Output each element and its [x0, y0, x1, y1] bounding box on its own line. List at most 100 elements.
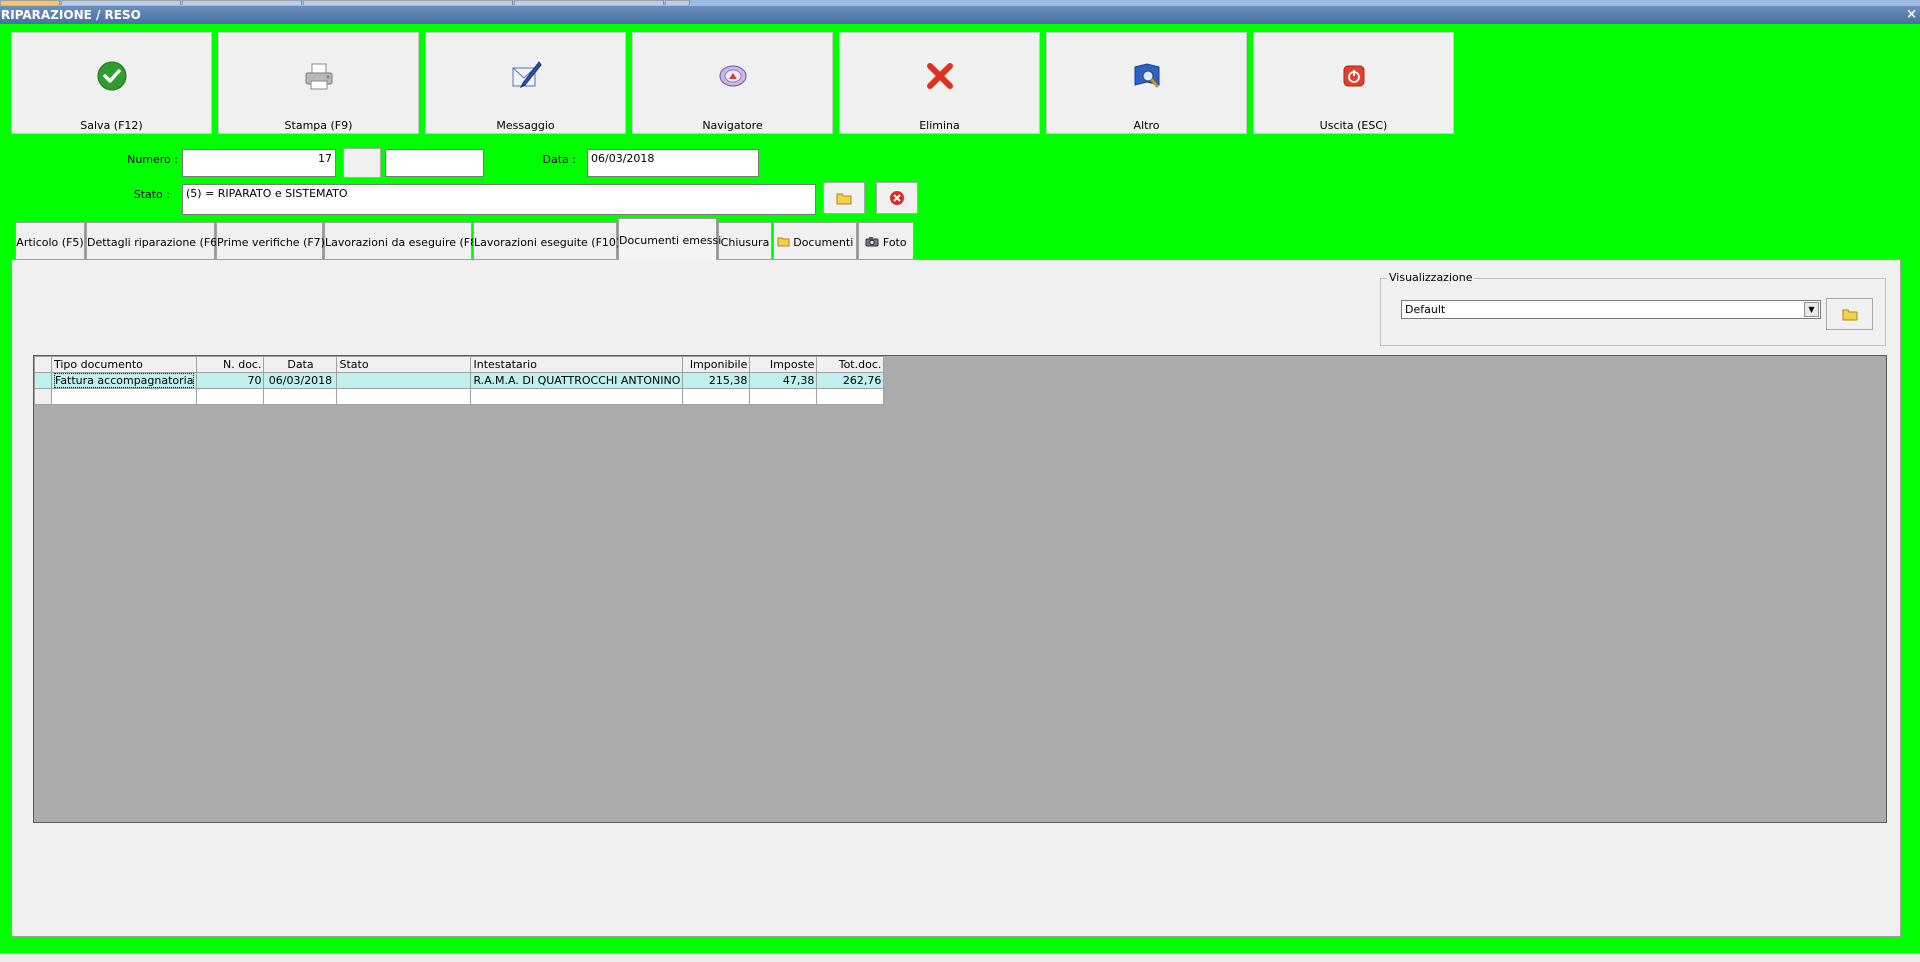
message-button[interactable]: Messaggio: [425, 32, 626, 134]
column-header[interactable]: Imponibile: [682, 356, 751, 373]
documents-grid[interactable]: Tipo documento N. doc. Data Stato Intest…: [33, 355, 1887, 823]
table-cell[interactable]: 47,38: [749, 372, 818, 389]
delete-button[interactable]: Elimina: [839, 32, 1040, 134]
table-cell[interactable]: [196, 388, 265, 405]
row-indicator[interactable]: [34, 388, 52, 405]
data-field[interactable]: 06/03/2018: [587, 149, 759, 177]
tab-chiusura[interactable]: Chiusura: [718, 222, 772, 260]
table-cell[interactable]: Fattura accompagnatoria: [50, 372, 198, 389]
column-header[interactable]: Imposte: [749, 356, 818, 373]
top-tab[interactable]: [182, 0, 302, 5]
exit-button-label: Uscita (ESC): [1319, 119, 1388, 132]
table-cell[interactable]: [263, 388, 338, 405]
table-cell[interactable]: [749, 388, 818, 405]
tab-label: Foto: [882, 236, 907, 249]
table-cell[interactable]: [50, 388, 198, 405]
tab-articolo[interactable]: Articolo (F5): [15, 222, 85, 260]
column-header[interactable]: Tot.doc.: [816, 356, 885, 373]
table-cell[interactable]: [470, 388, 684, 405]
table-cell[interactable]: [816, 388, 885, 405]
stato-browse-button[interactable]: [823, 182, 865, 214]
visualizzazione-select[interactable]: Default ▼: [1401, 300, 1821, 319]
save-button[interactable]: Salva (F12): [11, 32, 212, 134]
column-header[interactable]: Tipo documento: [50, 356, 198, 373]
delete-button-label: Elimina: [919, 119, 960, 132]
column-header[interactable]: Stato: [336, 356, 472, 373]
table-new-row[interactable]: [34, 388, 885, 405]
data-label: Data :: [542, 153, 576, 166]
cell-text: Fattura accompagnatoria: [54, 373, 195, 388]
documents-table: Tipo documento N. doc. Data Stato Intest…: [34, 356, 885, 405]
table-cell[interactable]: 70: [196, 372, 265, 389]
tab-label: Documenti: [793, 236, 854, 249]
tab-lavorazioni-eseguite[interactable]: Lavorazioni eseguite (F10): [473, 222, 621, 260]
numero-blank-button[interactable]: [343, 148, 381, 178]
other-button[interactable]: Altro: [1046, 32, 1247, 134]
tab-prime-verifiche[interactable]: Prime verifiche (F7): [216, 222, 325, 260]
table-row[interactable]: Fattura accompagnatoria 70 06/03/2018 R.…: [34, 372, 885, 389]
visualizzazione-browse-button[interactable]: [1826, 298, 1873, 330]
column-header[interactable]: N. doc.: [196, 356, 265, 373]
top-tab[interactable]: [0, 0, 60, 5]
table-cell[interactable]: 06/03/2018: [263, 372, 338, 389]
folder-icon: [777, 237, 790, 247]
folder-icon: [1842, 309, 1857, 321]
tab-label: Prime verifiche (F7): [217, 236, 325, 249]
tab-label: Lavorazioni eseguite (F10): [474, 236, 621, 249]
chevron-down-icon[interactable]: ▼: [1804, 302, 1819, 317]
table-cell[interactable]: [336, 388, 472, 405]
close-icon[interactable]: ×: [1906, 6, 1917, 24]
visualizzazione-value: Default: [1405, 303, 1446, 316]
table-header-row: Tipo documento N. doc. Data Stato Intest…: [34, 356, 885, 373]
table-cell[interactable]: 262,76: [816, 372, 885, 389]
window-titlebar: RIPARAZIONE / RESO ×: [0, 6, 1920, 24]
book-search-icon: [1134, 63, 1159, 88]
clear-icon: [890, 191, 904, 205]
camera-icon: [865, 237, 879, 247]
print-button-label: Stampa (F9): [284, 119, 353, 132]
tab-foto[interactable]: Foto: [858, 222, 914, 260]
tab-label: Articolo (F5): [16, 236, 84, 249]
tab-documenti[interactable]: Documenti: [773, 222, 857, 260]
table-cell[interactable]: 215,38: [682, 372, 751, 389]
exit-button[interactable]: Uscita (ESC): [1253, 32, 1454, 134]
red-x-icon: [926, 63, 953, 89]
other-button-label: Altro: [1133, 119, 1160, 132]
top-tab[interactable]: [665, 0, 690, 5]
top-tab[interactable]: [61, 0, 181, 5]
stato-field[interactable]: (5) = RIPARATO e SISTEMATO: [182, 184, 816, 215]
tab-label: Dettagli riparazione (F6): [87, 236, 222, 249]
compass-icon: [719, 65, 746, 87]
window-title: RIPARAZIONE / RESO: [1, 8, 141, 22]
power-icon: [1343, 65, 1364, 87]
tab-label: Lavorazioni da eseguire (F8): [325, 236, 482, 249]
print-button[interactable]: Stampa (F9): [218, 32, 419, 134]
tab-label: Chiusura: [720, 236, 770, 249]
tab-dettagli-riparazione[interactable]: Dettagli riparazione (F6): [86, 222, 221, 260]
navigator-button[interactable]: Navigatore: [632, 32, 833, 134]
column-header[interactable]: Data: [263, 356, 338, 373]
numero-suffix-field[interactable]: [385, 149, 484, 177]
numero-label: Numero :: [127, 153, 178, 166]
top-tab[interactable]: [514, 0, 664, 5]
stato-clear-button[interactable]: [876, 182, 918, 214]
navigator-button-label: Navigatore: [702, 119, 763, 132]
numero-field[interactable]: 17: [182, 149, 336, 177]
column-header[interactable]: Intestatario: [470, 356, 684, 373]
table-cell[interactable]: [336, 372, 472, 389]
check-icon: [97, 61, 126, 91]
row-indicator[interactable]: [34, 372, 52, 389]
message-button-label: Messaggio: [496, 119, 555, 132]
tab-label: Documenti emessi: [619, 234, 722, 247]
printer-icon: [305, 63, 332, 90]
tab-lavorazioni-da-eseguire[interactable]: Lavorazioni da eseguire (F8): [324, 222, 481, 260]
table-cell[interactable]: R.A.M.A. DI QUATTROCCHI ANTONINO: [470, 372, 684, 389]
row-indicator-header: [34, 356, 52, 373]
save-button-label: Salva (F12): [80, 119, 143, 132]
table-cell[interactable]: [682, 388, 751, 405]
visualizzazione-label: Visualizzazione: [1387, 271, 1475, 284]
folder-icon: [836, 193, 852, 205]
top-tab[interactable]: [303, 0, 513, 5]
tab-documenti-emessi[interactable]: Documenti emessi: [618, 218, 721, 260]
envelope-pen-icon: [512, 61, 542, 89]
